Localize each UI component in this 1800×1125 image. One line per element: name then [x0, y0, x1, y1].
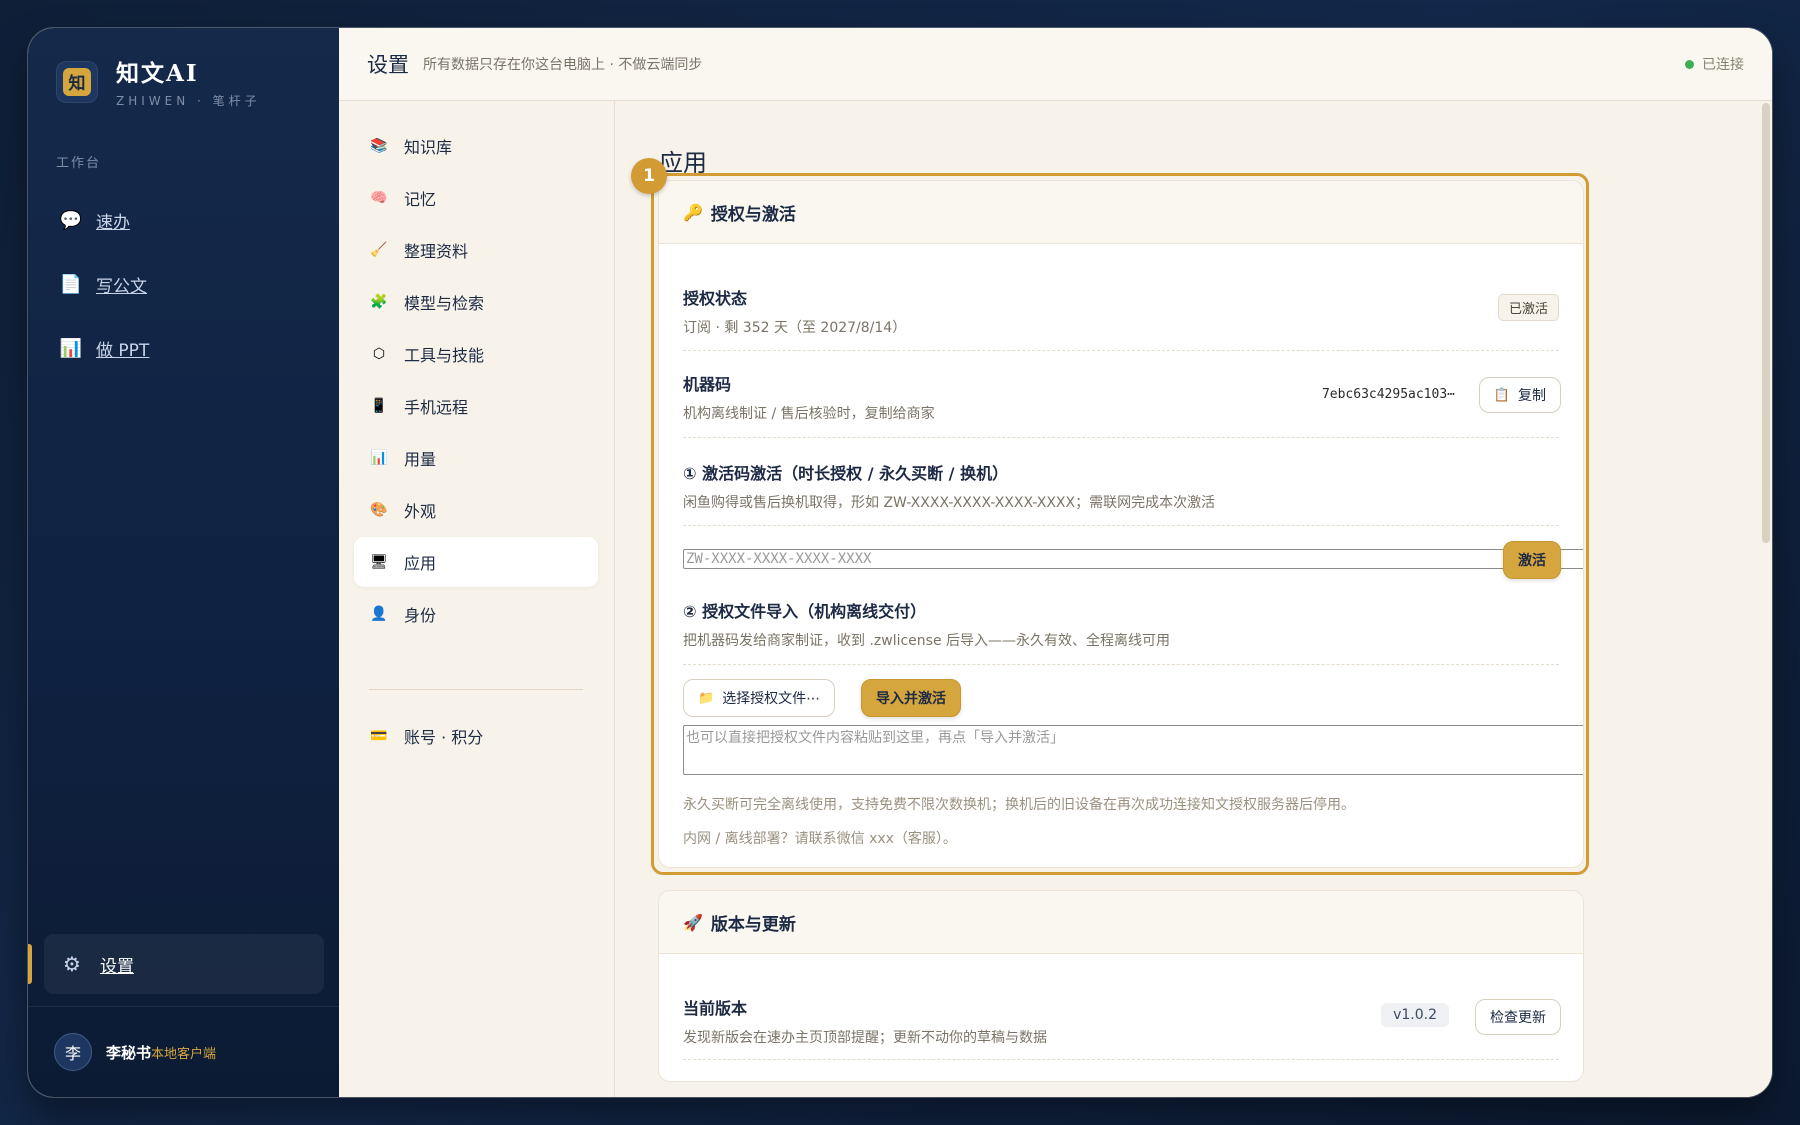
sidebar-item-label: 速办 — [96, 212, 130, 233]
speech-bubble-icon: 💬 — [59, 209, 83, 231]
brand-logo-icon: 知 — [63, 67, 91, 96]
version-badge: v1.0.2 — [1381, 1003, 1449, 1027]
person-icon: 👤 — [370, 606, 388, 622]
chart-icon: 📊 — [59, 337, 83, 359]
settings-nav-organize[interactable]: 🧹 整理资料 — [354, 225, 598, 275]
settings-nav-label: 模型与检索 — [404, 294, 485, 313]
palette-icon: 🎨 — [370, 502, 388, 518]
brand: 知 知文AI ZHIWEN · 笔杆子 — [56, 54, 261, 109]
brand-subtitle: ZHIWEN · 笔杆子 — [116, 94, 261, 108]
monitor-icon: 🖥 — [370, 554, 388, 570]
sidebar-item-quick[interactable]: 💬 速办 — [56, 188, 149, 252]
status-dot-icon — [1685, 59, 1694, 69]
brain-icon: 🧠 — [370, 190, 388, 206]
user-tag: 本地客户端 — [151, 1046, 217, 1062]
puzzle-icon: 🧩 — [370, 294, 388, 310]
settings-nav-label: 工具与技能 — [404, 346, 485, 365]
settings-nav-model[interactable]: 🧩 模型与检索 — [354, 277, 598, 327]
row-divider — [683, 1059, 1559, 1060]
sidebar-nav: 💬 速办 📄 写公文 📊 做 PPT — [56, 188, 150, 380]
settings-nav-label: 外观 — [404, 502, 437, 521]
focus-highlight — [651, 173, 1589, 875]
settings-nav: 📚 知识库 🧠 记忆 🧹 整理资料 🧩 模型与检索 ⬡ 工具与技能 📱 手机远程… — [339, 101, 615, 1097]
settings-nav-knowledge[interactable]: 📚 知识库 — [354, 121, 598, 171]
settings-nav-label: 用量 — [404, 450, 437, 469]
settings-nav-divider — [369, 689, 583, 690]
books-icon: 📚 — [370, 138, 388, 154]
document-icon: 📄 — [59, 273, 83, 295]
card-header: 🚀 版本与更新 — [659, 891, 1583, 954]
user-area: 李 李秘书 本地客户端 — [28, 1006, 339, 1097]
version-card: 🚀 版本与更新 当前版本 发现新版会在速办主页顶部提醒；更新不动你的草稿与数据 … — [658, 890, 1584, 1082]
current-version-desc: 发现新版会在速办主页顶部提醒；更新不动你的草稿与数据 — [683, 1030, 1047, 1046]
card-title: 版本与更新 — [710, 914, 796, 935]
sidebar-item-write-doc[interactable]: 📄 写公文 — [56, 252, 149, 316]
main-area: 设置 所有数据只存在你这台电脑上 · 不做云端同步 已连接 📚 知识库 🧠 记忆… — [339, 28, 1772, 1097]
avatar[interactable]: 李 — [54, 1033, 92, 1071]
content-scrollbar[interactable] — [1762, 103, 1770, 543]
sidebar-item-label: 做 PPT — [96, 340, 150, 361]
gear-icon: ⚙ — [63, 952, 81, 976]
settings-nav-label: 整理资料 — [404, 242, 469, 261]
settings-nav-label: 记忆 — [404, 190, 437, 209]
sidebar-item-make-ppt[interactable]: 📊 做 PPT — [56, 316, 150, 380]
settings-content: 应用 🔑 授权与激活 授权状态 订阅 · 剩 352 天（至 2027/8/14… — [615, 101, 1772, 1097]
bar-chart-icon: 📊 — [370, 450, 388, 466]
rocket-icon: 🚀 — [683, 912, 703, 932]
check-update-button[interactable]: 检查更新 — [1475, 999, 1561, 1035]
connection-status: 已连接 — [1685, 54, 1744, 74]
page-header-subtitle: 所有数据只存在你这台电脑上 · 不做云端同步 — [423, 57, 703, 73]
settings-nav-memory[interactable]: 🧠 记忆 — [354, 173, 598, 223]
user-name: 李秘书 — [106, 1043, 152, 1062]
settings-nav-usage[interactable]: 📊 用量 — [354, 433, 598, 483]
step-badge: 1 — [631, 158, 667, 194]
page-header-title: 设置 — [367, 53, 409, 77]
settings-nav-label: 账号 · 积分 — [404, 728, 484, 747]
settings-nav-label: 身份 — [404, 606, 437, 625]
settings-nav-tools[interactable]: ⬡ 工具与技能 — [354, 329, 598, 379]
status-text: 已连接 — [1702, 57, 1744, 73]
sidebar-item-label: 写公文 — [96, 276, 147, 297]
topbar: 设置 所有数据只存在你这台电脑上 · 不做云端同步 已连接 — [339, 28, 1772, 101]
broom-icon: 🧹 — [370, 242, 388, 258]
app-window: 知 知文AI ZHIWEN · 笔杆子 工作台 💬 速办 📄 写公文 📊 做 P… — [28, 28, 1772, 1097]
settings-nav-appearance[interactable]: 🎨 外观 — [354, 485, 598, 535]
hexagon-icon: ⬡ — [372, 346, 386, 362]
settings-nav-label: 手机远程 — [404, 398, 469, 417]
brand-logo: 知 — [56, 60, 98, 103]
sidebar-section-label: 工作台 — [56, 156, 102, 171]
settings-nav-label: 知识库 — [404, 138, 453, 157]
phone-icon: 📱 — [370, 398, 388, 414]
settings-nav-app[interactable]: 🖥 应用 — [354, 537, 598, 587]
brand-title: 知文AI — [116, 60, 199, 87]
settings-nav-identity[interactable]: 👤 身份 — [354, 589, 598, 639]
sidebar-item-settings[interactable]: ⚙ 设置 — [28, 934, 324, 994]
settings-nav-mobile[interactable]: 📱 手机远程 — [354, 381, 598, 431]
card-icon: 💳 — [370, 728, 388, 744]
main-sidebar: 知 知文AI ZHIWEN · 笔杆子 工作台 💬 速办 📄 写公文 📊 做 P… — [28, 28, 339, 1097]
sidebar-item-label: 设置 — [100, 956, 134, 977]
settings-nav-account[interactable]: 💳 账号 · 积分 — [354, 711, 598, 761]
settings-nav-label: 应用 — [404, 554, 437, 573]
